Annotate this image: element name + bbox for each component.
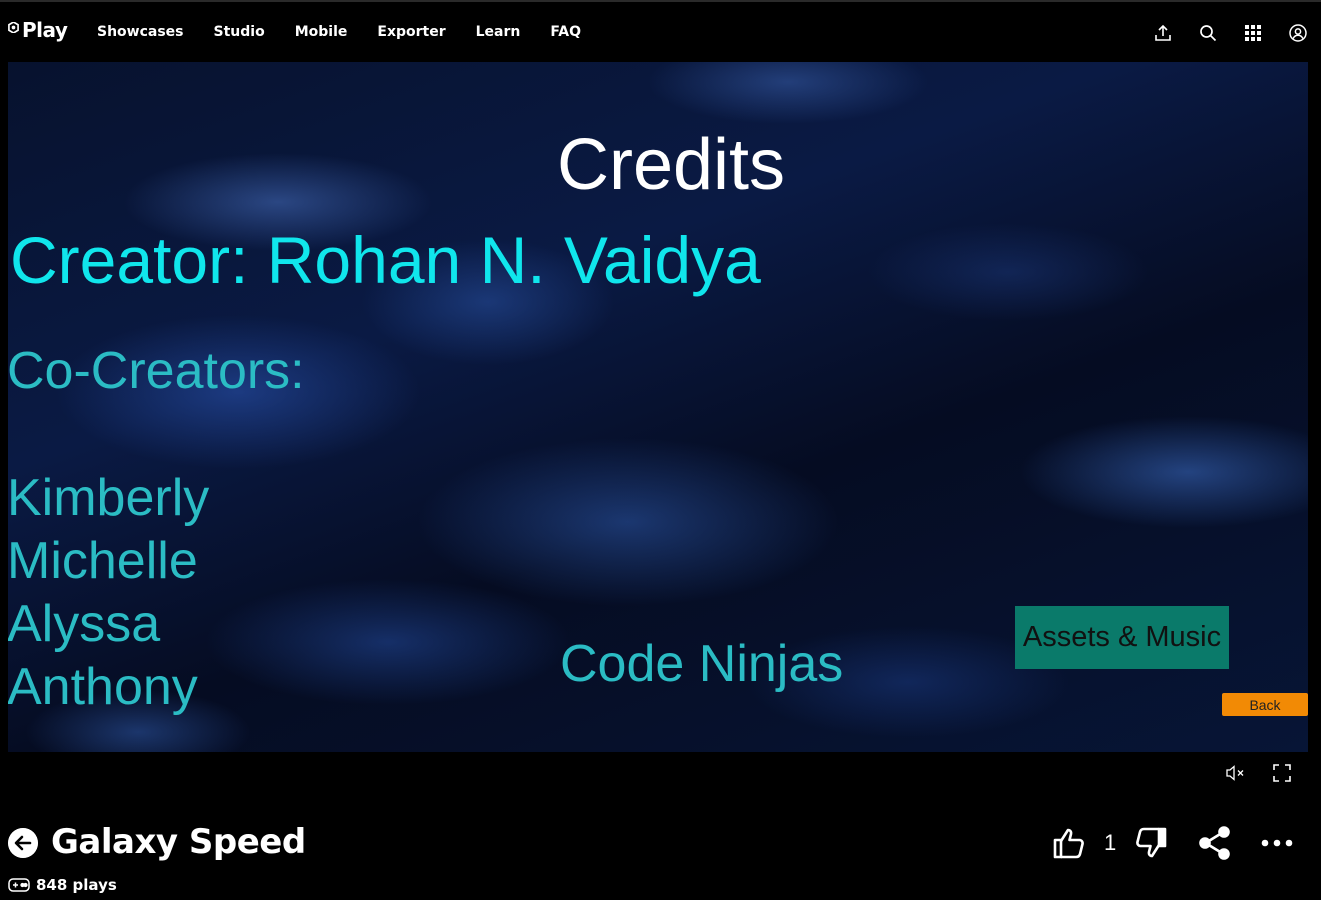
back-button[interactable]: Back <box>1222 693 1308 716</box>
back-arrow-icon[interactable] <box>8 828 38 858</box>
mute-icon[interactable] <box>1226 765 1246 781</box>
thumbs-down-icon[interactable] <box>1134 826 1168 860</box>
nav-learn[interactable]: Learn <box>476 24 521 40</box>
logo-text: Play <box>22 18 68 42</box>
creator-text: Creator: Rohan N. Vaidya <box>10 223 761 297</box>
nav-faq[interactable]: FAQ <box>550 24 581 40</box>
share-icon[interactable] <box>1198 826 1232 860</box>
account-icon[interactable] <box>1289 24 1307 42</box>
game-canvas[interactable]: Credits Creator: Rohan N. Vaidya Co-Crea… <box>8 62 1308 752</box>
apps-grid-icon[interactable] <box>1244 24 1262 42</box>
play-count: 848 plays <box>8 876 117 894</box>
nav-studio[interactable]: Studio <box>214 24 265 40</box>
top-navigation-bar: Play Showcases Studio Mobile Exporter Le… <box>0 0 1321 62</box>
co-creator-name: Kimberly <box>8 469 210 527</box>
co-creators-label: Co-Creators: <box>8 342 305 400</box>
co-creator-name: Alyssa <box>8 595 161 653</box>
organization-text: Code Ninjas <box>560 635 844 693</box>
search-icon[interactable] <box>1199 24 1217 42</box>
gamepad-icon <box>8 878 30 892</box>
main-nav: Showcases Studio Mobile Exporter Learn F… <box>97 24 581 40</box>
like-count: 1 <box>1104 830 1117 855</box>
header-actions <box>1154 24 1307 42</box>
assets-music-button[interactable]: Assets & Music <box>1015 606 1229 669</box>
fullscreen-icon[interactable] <box>1273 764 1291 782</box>
logo-mark-icon <box>8 21 19 33</box>
thumbs-up-icon[interactable] <box>1052 826 1086 860</box>
game-actions: 1 <box>1052 826 1294 860</box>
nav-showcases[interactable]: Showcases <box>97 24 184 40</box>
plays-text: 848 plays <box>36 876 117 894</box>
nav-mobile[interactable]: Mobile <box>295 24 348 40</box>
co-creator-name: Michelle <box>8 532 198 590</box>
nav-exporter[interactable]: Exporter <box>377 24 445 40</box>
upload-icon[interactable] <box>1154 24 1172 42</box>
co-creator-list: Kimberly Michelle Alyssa Anthony <box>8 467 209 719</box>
game-title: Galaxy Speed <box>51 822 306 862</box>
credits-title: Credits <box>556 125 786 205</box>
logo[interactable]: Play <box>8 18 68 42</box>
more-icon[interactable] <box>1260 826 1294 860</box>
co-creator-name: Anthony <box>8 658 198 716</box>
